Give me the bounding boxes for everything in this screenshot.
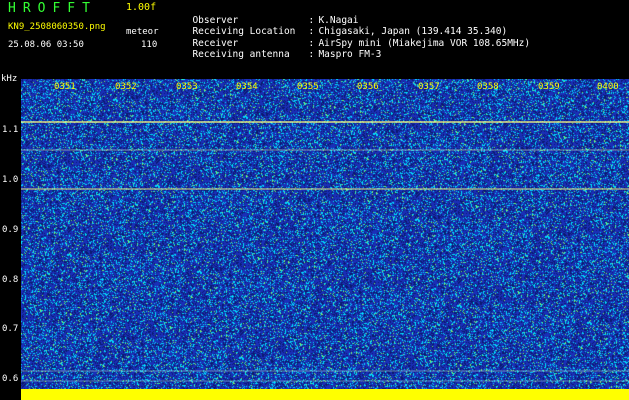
y-axis-unit: kHz [1, 74, 18, 84]
image-filename: KN9_2508060350.png [8, 22, 106, 32]
x-tick-label: 0400 [597, 82, 619, 92]
y-tick-label: 1.1 [2, 125, 19, 135]
x-tick-label: 0351 [54, 82, 76, 92]
x-tick-label: 0357 [418, 82, 440, 92]
x-tick-label: 0359 [538, 82, 560, 92]
y-tick-label: 0.7 [2, 324, 19, 334]
info-row-antenna: Receiving antenna: Maspro FM-3 [181, 38, 381, 60]
x-tick-label: 0353 [176, 82, 198, 92]
observation-datetime: 25.08.06 03:50 [8, 40, 84, 50]
app-version: 1.00f [126, 2, 157, 13]
y-tick-label: 0.8 [2, 275, 19, 285]
meteor-count-value: 110 [141, 40, 158, 50]
y-tick-label: 1.0 [2, 175, 19, 185]
x-tick-label: 0356 [357, 82, 379, 92]
y-tick-label: 0.6 [2, 374, 19, 384]
spectrogram-waterfall [21, 79, 629, 400]
info-label: Receiving antenna [192, 49, 290, 60]
y-tick-label: 0.9 [2, 225, 19, 235]
x-tick-label: 0358 [477, 82, 499, 92]
meteor-count-label: meteor [126, 27, 159, 37]
bottom-band [21, 389, 629, 400]
x-tick-label: 0352 [115, 82, 137, 92]
info-value: Maspro FM-3 [318, 49, 382, 60]
app-title: HROFFT [8, 1, 97, 16]
waterfall-overlay [21, 121, 629, 400]
x-tick-label: 0354 [236, 82, 258, 92]
x-tick-label: 0355 [297, 82, 319, 92]
info-separator: : [308, 49, 315, 60]
